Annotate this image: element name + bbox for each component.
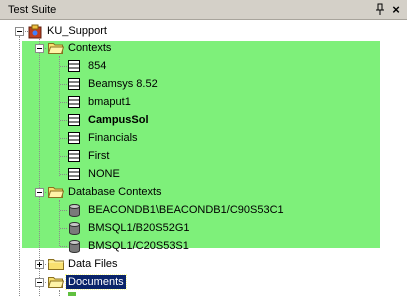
tree-line: [59, 290, 60, 296]
tree-line: [60, 228, 67, 229]
list-icon: [68, 114, 80, 129]
tree-line: [60, 156, 67, 157]
list-icon: [68, 150, 80, 165]
tree-line: [60, 246, 67, 247]
tree-node-root[interactable]: KU_Support: [47, 24, 107, 38]
collapse-toggle-documents[interactable]: [35, 278, 44, 287]
context-item[interactable]: First: [88, 149, 109, 163]
close-icon[interactable]: ×: [390, 3, 402, 16]
database-icon: [69, 240, 80, 256]
context-item[interactable]: Financials: [88, 131, 138, 145]
collapse-toggle-database-contexts[interactable]: [35, 188, 44, 197]
database-icon: [69, 204, 80, 220]
context-item[interactable]: Beamsys 8.52: [88, 77, 158, 91]
list-icon: [68, 168, 80, 183]
database-context-item[interactable]: BMSQL1/B20S52G1: [88, 221, 190, 235]
folder-closed-icon: [48, 258, 64, 273]
tree-line: [59, 200, 60, 246]
tree-line: [39, 36, 40, 296]
tree-line: [60, 210, 67, 211]
tree-line: [60, 138, 67, 139]
panel-titlebar: Test Suite ×: [0, 0, 407, 20]
tree-node-contexts[interactable]: Contexts: [68, 41, 111, 55]
test-suite-panel: Test Suite × KU_Support Contexts 854 Bea…: [0, 0, 407, 296]
context-item-active[interactable]: CampusSol: [88, 113, 149, 127]
pin-icon[interactable]: [374, 3, 386, 16]
tree-node-documents-selected[interactable]: Documents: [65, 274, 127, 290]
tree-node-database-contexts[interactable]: Database Contexts: [68, 185, 162, 199]
panel-title: Test Suite: [8, 4, 57, 16]
database-context-item[interactable]: BEACONDB1\BEACONDB1/C90S53C1: [88, 203, 284, 217]
tree-line: [60, 120, 67, 121]
list-icon: [68, 132, 80, 147]
tree-line: [59, 56, 60, 176]
tree-line: [19, 36, 20, 296]
list-icon: [68, 60, 80, 75]
tree-line: [60, 174, 67, 175]
context-item[interactable]: NONE: [88, 167, 120, 181]
folder-open-icon: [47, 186, 65, 201]
database-context-item[interactable]: BMSQL1/C20S53S1: [88, 239, 189, 253]
list-icon: [68, 96, 80, 111]
tree-line: [60, 84, 67, 85]
list-icon: [68, 78, 80, 93]
collapse-toggle-root[interactable]: [15, 27, 24, 36]
context-item[interactable]: bmaput1: [88, 95, 131, 109]
child-node-icon: [68, 292, 76, 296]
tree-node-data-files[interactable]: Data Files: [68, 257, 118, 271]
context-item[interactable]: 854: [88, 59, 106, 73]
expand-toggle-data-files[interactable]: [35, 260, 44, 269]
folder-open-icon: [47, 276, 65, 291]
tree-line: [60, 102, 67, 103]
tree-line: [60, 66, 67, 67]
project-icon: [28, 24, 43, 42]
folder-open-icon: [47, 42, 65, 57]
collapse-toggle-contexts[interactable]: [35, 44, 44, 53]
database-icon: [69, 222, 80, 238]
